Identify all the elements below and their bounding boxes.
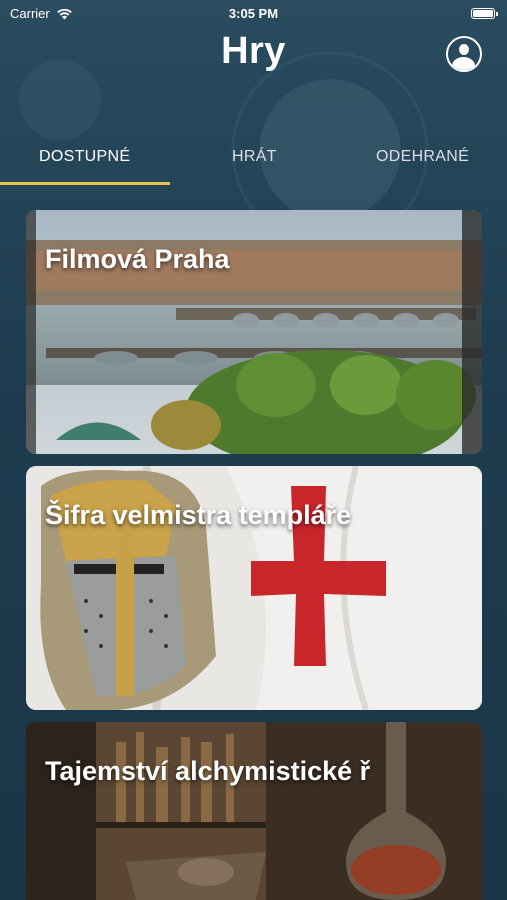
profile-button[interactable] — [446, 36, 482, 72]
game-card-tajemstvi-alchymisticke[interactable]: Tajemství alchymistické ř — [26, 722, 482, 900]
active-tab-indicator — [0, 182, 170, 185]
page-title: Hry — [221, 30, 286, 72]
game-card-filmova-praha[interactable]: Filmová Praha — [26, 210, 482, 454]
battery-icon — [471, 8, 498, 19]
tab-bar: DOSTUPNÉ HRÁT ODEHRANÉ — [0, 140, 507, 186]
tab-odehrane[interactable]: ODEHRANÉ — [376, 148, 469, 166]
game-title: Filmová Praha — [45, 244, 230, 274]
game-title: Tajemství alchymistické ř — [45, 756, 371, 786]
status-time: 3:05 PM — [228, 6, 279, 21]
tab-dostupne[interactable]: DOSTUPNÉ — [39, 148, 130, 166]
game-title: Šifra velmistra templáře — [45, 500, 352, 530]
alchemy-image — [26, 722, 482, 900]
game-card-sifra-velmistra[interactable]: Šifra velmistra templáře — [26, 466, 482, 710]
status-bar: Carrier 3:05 PM — [0, 0, 507, 28]
tab-hrat[interactable]: HRÁT — [232, 148, 277, 166]
